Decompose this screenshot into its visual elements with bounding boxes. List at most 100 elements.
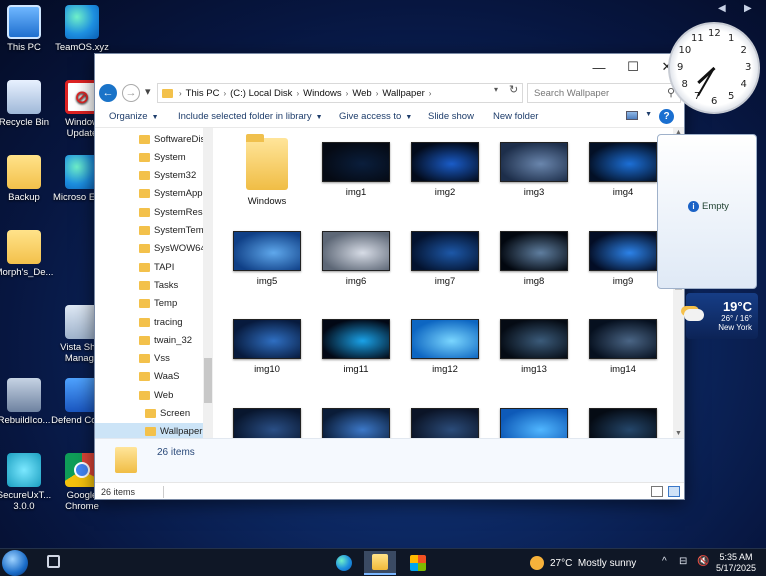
breadcrumb-separator-icon[interactable]: › (376, 89, 379, 98)
title-bar[interactable]: — ☐ ✕ (95, 54, 684, 80)
recent-locations-icon[interactable]: ▾ (145, 85, 151, 98)
breadcrumb-separator-icon[interactable]: › (296, 89, 299, 98)
breadcrumb-wallpaper[interactable]: Wallpaper (382, 88, 424, 99)
image-item[interactable]: img16 (312, 407, 400, 438)
network-icon[interactable]: ⊟ (679, 556, 687, 567)
desktop-icon[interactable]: TeamOS.xyz (50, 5, 114, 53)
tree-item[interactable]: SysWOW64 (95, 240, 206, 258)
minimize-button[interactable]: — (582, 54, 616, 80)
task-view-icon[interactable] (47, 555, 60, 568)
organize-button[interactable]: Organize ▼ (109, 111, 159, 122)
gadget-next-icon[interactable]: ▶ (744, 3, 752, 14)
folder-icon (139, 354, 150, 364)
desktop-icon[interactable]: This PC (0, 5, 56, 53)
image-item[interactable]: img3 (490, 142, 578, 198)
address-dropdown-icon[interactable]: ▾ (494, 85, 498, 94)
breadcrumb-separator-icon[interactable]: › (429, 89, 432, 98)
image-item[interactable]: img10 (223, 319, 311, 375)
status-bar: 26 items (95, 482, 684, 500)
navigation-scrollbar[interactable] (203, 128, 213, 438)
help-icon[interactable]: ? (659, 109, 674, 124)
breadcrumb-windows[interactable]: Windows (303, 88, 342, 99)
tree-item[interactable]: twain_32 (95, 331, 203, 349)
back-button[interactable]: ← (99, 84, 117, 102)
details-view-icon[interactable] (651, 486, 663, 497)
scroll-down-icon[interactable]: ▼ (675, 430, 682, 437)
large-icons-view-icon[interactable] (668, 486, 680, 497)
clock-gadget[interactable]: 12 1 2 3 4 5 6 7 8 9 10 11 (668, 22, 760, 114)
image-item[interactable]: img7 (401, 230, 489, 287)
tree-item[interactable]: SystemReso (95, 203, 208, 221)
maximize-button[interactable]: ☐ (616, 54, 650, 80)
desktop-icon[interactable]: Recycle Bin (0, 80, 56, 128)
tree-item[interactable]: Web (95, 386, 203, 404)
image-item[interactable]: img4 (579, 142, 667, 198)
new-folder-button[interactable]: New folder (493, 111, 538, 122)
tree-item[interactable]: WaaS (95, 368, 203, 386)
tree-item[interactable]: Vss (95, 350, 203, 368)
desktop-icon[interactable]: Morph's_De... (0, 230, 56, 278)
tree-item[interactable]: TAPI (95, 258, 203, 276)
image-item[interactable]: img8 (490, 230, 578, 287)
taskbar-file-explorer[interactable] (364, 551, 396, 575)
tree-item[interactable]: Screen (95, 405, 203, 423)
view-dropdown-icon[interactable]: ▼ (645, 111, 652, 118)
gadget-prev-icon[interactable]: ◀ (718, 3, 726, 14)
view-options-icon[interactable] (626, 111, 638, 120)
scrollbar-thumb[interactable] (204, 358, 212, 403)
tree-item[interactable]: System32 (95, 167, 203, 185)
breadcrumb-local-disk[interactable]: (C:) Local Disk (230, 88, 292, 99)
tree-item-label: SystemTemp (154, 225, 209, 236)
recycle-bin-icon (7, 80, 41, 114)
image-item[interactable]: img11 (312, 319, 400, 375)
tree-item[interactable]: Wallpaper (95, 422, 203, 438)
image-item[interactable]: img2 (401, 142, 489, 198)
tree-item[interactable]: SoftwareDistr (95, 130, 211, 148)
taskbar-edge[interactable] (328, 551, 360, 575)
tree-item[interactable]: SystemTemp (95, 222, 209, 240)
breadcrumb-separator-icon[interactable]: › (346, 89, 349, 98)
weather-gadget[interactable]: 19°C 26° / 16° New York (684, 293, 758, 339)
image-item[interactable]: img14 (579, 319, 667, 375)
image-item[interactable]: img13 (490, 319, 578, 375)
empty-gadget[interactable]: i Empty (657, 134, 757, 289)
give-access-button[interactable]: Give access to ▼ (339, 111, 412, 122)
breadcrumb-web[interactable]: Web (352, 88, 371, 99)
desktop-icon[interactable]: RebuildIco... (0, 378, 56, 426)
refresh-icon[interactable]: ↻ (509, 83, 518, 96)
desktop-icon[interactable]: SecureUxT... 3.0.0 (0, 453, 56, 512)
folder-item[interactable]: Windows (223, 134, 311, 207)
image-item[interactable]: img17 (401, 407, 489, 438)
image-item[interactable]: img12 (401, 319, 489, 375)
image-item[interactable]: img19 (579, 407, 667, 438)
search-input[interactable]: Search Wallpaper ⚲ (527, 83, 681, 103)
breadcrumb-separator-icon[interactable]: › (179, 89, 182, 98)
folder-icon (139, 244, 150, 254)
folder-icon (139, 372, 150, 382)
show-hidden-icons-chevron-icon[interactable]: ^ (662, 556, 667, 567)
address-bar[interactable]: › This PC › (C:) Local Disk › Windows › … (157, 83, 523, 103)
taskbar-weather[interactable]: 27°C Mostly sunny (530, 556, 636, 570)
tree-item[interactable]: SystemApps (95, 185, 207, 203)
taskbar-clock[interactable]: 5:35 AM 5/17/2025 (716, 552, 756, 574)
image-item[interactable]: img15 (223, 407, 311, 438)
slide-show-button[interactable]: Slide show (428, 111, 474, 122)
include-in-library-button[interactable]: Include selected folder in library ▼ (178, 111, 323, 122)
taskbar-store[interactable] (402, 551, 434, 575)
image-item[interactable]: img9 (579, 230, 667, 287)
volume-muted-icon[interactable]: 🔇 (697, 556, 709, 567)
tree-item[interactable]: Temp (95, 295, 203, 313)
status-item-count: 26 items (101, 487, 136, 497)
breadcrumb-separator-icon[interactable]: › (223, 89, 226, 98)
image-item[interactable]: img1 (312, 142, 400, 198)
tree-item[interactable]: Tasks (95, 276, 203, 294)
tree-item[interactable]: System (95, 148, 203, 166)
desktop-icon[interactable]: Backup (0, 155, 56, 203)
image-item[interactable]: img5 (223, 230, 311, 287)
image-item[interactable]: img18 (490, 407, 578, 438)
breadcrumb-this-pc[interactable]: This PC (186, 88, 220, 99)
tree-item[interactable]: tracing (95, 313, 203, 331)
start-button[interactable] (2, 550, 28, 576)
forward-button[interactable]: → (122, 84, 140, 102)
image-item[interactable]: img6 (312, 230, 400, 287)
